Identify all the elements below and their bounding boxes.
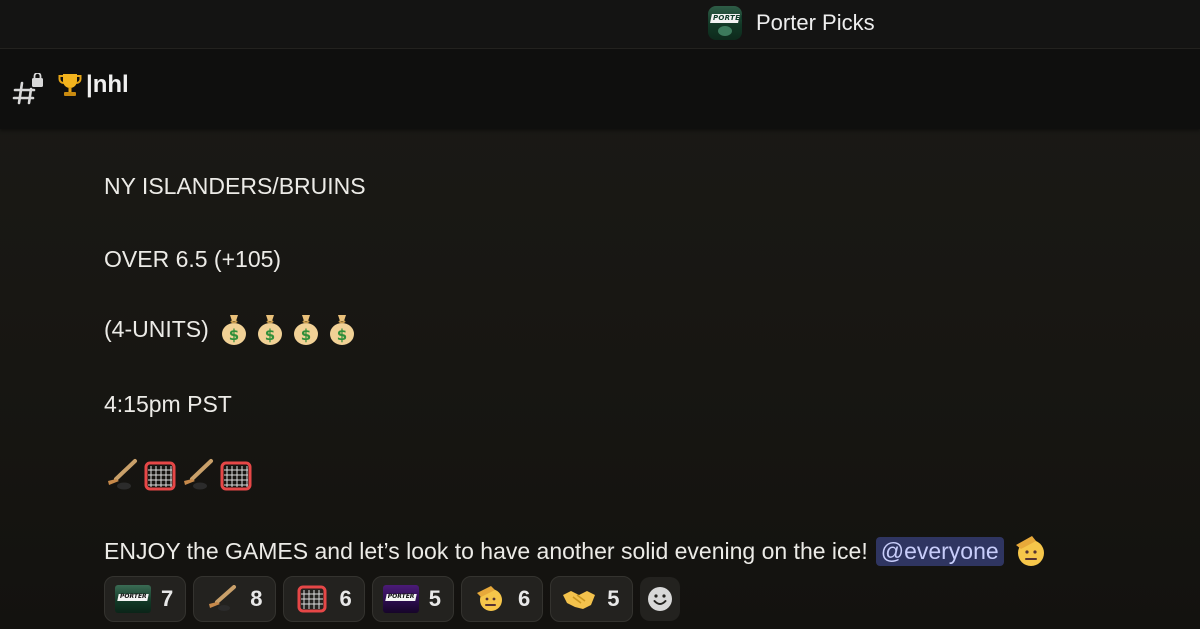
message-line-2: OVER 6.5 (+105) xyxy=(104,246,282,272)
reaction-count: 5 xyxy=(607,586,620,611)
units-text: (4-UNITS) xyxy=(104,315,209,342)
reaction-count: 5 xyxy=(428,586,441,611)
moneybag-icon: $ xyxy=(329,315,354,345)
porter-logo-icon: PORTER xyxy=(115,585,151,613)
reaction-saluting-face[interactable]: 6 xyxy=(461,576,544,622)
saluting-face-icon xyxy=(1015,536,1044,566)
moneybag-emoji-group: $ $ $ $ xyxy=(215,312,359,346)
reaction-count: 6 xyxy=(518,586,531,611)
reaction-porter-logo-purple[interactable]: PORTER 5 xyxy=(371,576,454,622)
server-title[interactable]: PORTER Porter Picks xyxy=(708,5,875,41)
goal-net-icon xyxy=(297,585,326,613)
reaction-goal-net[interactable]: 6 xyxy=(282,576,365,622)
goal-net-icon xyxy=(144,461,176,491)
reaction-count: 6 xyxy=(339,586,352,611)
message-line-4: 4:15pm PST xyxy=(104,391,232,417)
locked-hash-icon xyxy=(12,73,43,105)
svg-text:$: $ xyxy=(301,326,311,344)
message-area: NY ISLANDERS/BRUINS OVER 6.5 (+105) (4-U… xyxy=(0,129,1200,629)
porter-logo-purple-icon: PORTER xyxy=(382,585,419,613)
goal-net-icon xyxy=(220,461,252,491)
app-window: PORTER Porter Picks xyxy=(0,0,1200,629)
moneybag-icon: $ xyxy=(221,315,246,345)
trophy-icon xyxy=(58,74,82,96)
channel-header: |nhl xyxy=(0,49,1200,129)
svg-text:$: $ xyxy=(229,326,239,344)
handshake-icon xyxy=(563,591,596,609)
add-reaction-button[interactable] xyxy=(639,577,680,621)
message-line-1: NY ISLANDERS/BRUINS xyxy=(104,173,366,199)
reaction-count: 7 xyxy=(161,586,174,611)
server-header: PORTER Porter Picks xyxy=(0,0,1200,49)
everyone-mention[interactable]: @everyone xyxy=(875,536,1004,566)
channel-title[interactable]: |nhl xyxy=(58,71,129,99)
reaction-handshake[interactable]: 5 xyxy=(550,576,633,622)
ice-hockey-icon xyxy=(184,459,213,490)
svg-text:$: $ xyxy=(265,326,275,344)
server-name: Porter Picks xyxy=(756,10,875,35)
message-line-closing: ENJOY the GAMES and let’s look to have a… xyxy=(104,533,1048,569)
reaction-ice-hockey[interactable]: 8 xyxy=(193,576,276,622)
closing-text: ENJOY the GAMES and let’s look to have a… xyxy=(104,537,868,564)
moneybag-icon: $ xyxy=(293,315,318,345)
reaction-bar: PORTER 7 8 6 PORTER 5 6 5 xyxy=(104,576,680,622)
saluting-face-icon xyxy=(477,586,502,611)
hockey-emoji-line xyxy=(104,457,256,493)
reaction-count: 8 xyxy=(250,586,263,611)
ice-hockey-icon xyxy=(108,459,137,490)
porter-logo-icon: PORTER xyxy=(708,6,742,40)
message-line-3: (4-UNITS) $ $ $ $ xyxy=(104,312,359,346)
channel-name: |nhl xyxy=(86,71,129,98)
ice-hockey-icon xyxy=(209,585,237,611)
moneybag-icon: $ xyxy=(257,315,282,345)
smiley-icon xyxy=(647,587,672,611)
reaction-porter-logo[interactable]: PORTER 7 xyxy=(104,576,187,622)
svg-text:$: $ xyxy=(337,326,347,344)
